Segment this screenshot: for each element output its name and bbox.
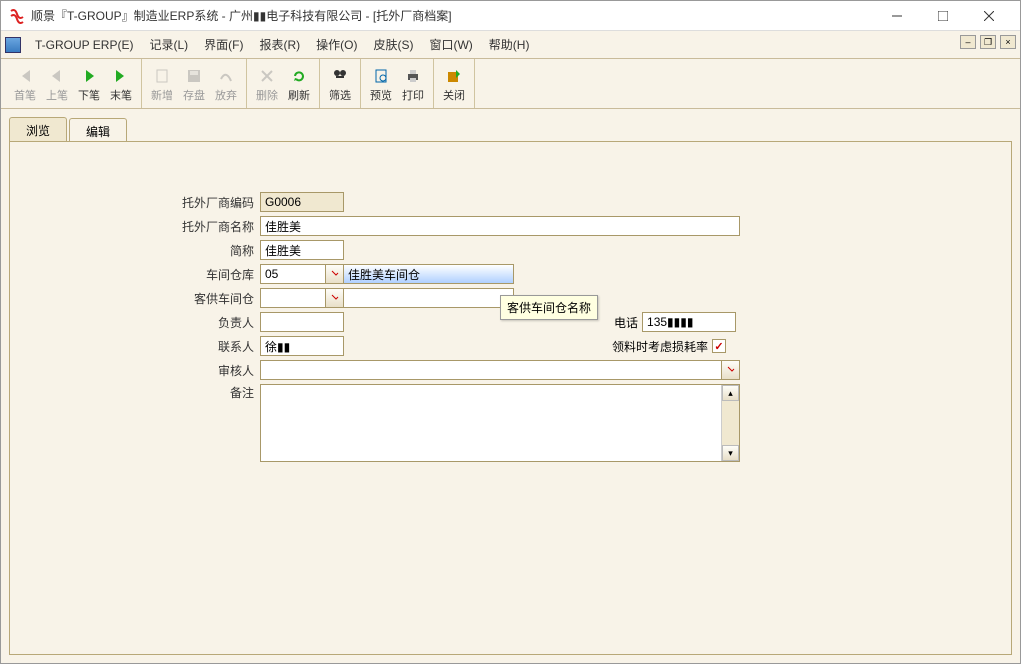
loss-checkbox[interactable] [712,339,726,353]
window-title: 顺景『T-GROUP』制造业ERP系统 - 广州▮▮电子科技有限公司 - [托外… [31,7,874,24]
memo-label: 备注 [30,384,260,401]
memo-scrollbar[interactable]: ▴ ▾ [721,385,739,461]
code-label: 托外厂商编码 [30,194,260,211]
app-logo-icon [9,8,25,24]
lookup-arrow-icon [330,293,340,303]
reviewer-lookup-button[interactable] [722,360,740,380]
owner-label: 负责人 [30,314,260,331]
cust-wh-lookup-button[interactable] [326,288,344,308]
next-button[interactable]: 下笔 [73,62,105,106]
tab-browse[interactable]: 浏览 [9,117,67,141]
cust-wh-name-display [344,288,514,308]
delete-button[interactable]: 删除 [251,62,283,106]
name-input[interactable] [260,216,740,236]
phone-input[interactable] [642,312,736,332]
filter-button[interactable]: 筛选 [324,62,356,106]
memo-textarea[interactable] [261,385,721,461]
warehouse-lookup-button[interactable] [326,264,344,284]
menu-record[interactable]: 记录(L) [141,32,196,57]
toolbar: 首笔 上笔 下笔 末笔 新增 存盘 放弃 删除 刷新 筛选 预览 打印 关闭 [1,59,1020,109]
contact-input[interactable] [260,336,344,356]
contact-label: 联系人 [30,338,260,355]
menu-app[interactable]: T-GROUP ERP(E) [27,34,141,56]
first-button[interactable]: 首笔 [9,62,41,106]
titlebar: 顺景『T-GROUP』制造业ERP系统 - 广州▮▮电子科技有限公司 - [托外… [1,1,1020,31]
lookup-arrow-icon [726,365,736,375]
short-input[interactable] [260,240,344,260]
scroll-up-icon[interactable]: ▴ [722,385,739,401]
mdi-restore-button[interactable]: ❐ [980,35,996,49]
preview-button[interactable]: 预览 [365,62,397,106]
close-window-button[interactable] [966,2,1012,30]
prev-button[interactable]: 上笔 [41,62,73,106]
document-icon [5,37,21,53]
tab-edit[interactable]: 编辑 [69,118,127,142]
owner-input[interactable] [260,312,344,332]
reviewer-label: 审核人 [30,362,260,379]
loss-label: 领料时考虑损耗率 [612,338,708,355]
menu-help[interactable]: 帮助(H) [481,32,538,57]
cust-wh-label: 客供车间仓 [30,290,260,307]
content-area: 浏览 编辑 托外厂商编码 托外厂商名称 简称 车间仓库 佳胜美车间仓 客供车间仓 [1,109,1020,663]
mdi-minimize-button[interactable]: – [960,35,976,49]
phone-label: 电话 [614,314,642,331]
minimize-button[interactable] [874,2,920,30]
print-button[interactable]: 打印 [397,62,429,106]
cust-wh-code-input[interactable] [260,288,326,308]
warehouse-label: 车间仓库 [30,266,260,283]
tooltip: 客供车间仓名称 [500,295,598,320]
close-button[interactable]: 关闭 [438,62,470,106]
menu-operation[interactable]: 操作(O) [308,32,365,57]
menu-interface[interactable]: 界面(F) [196,32,251,57]
short-label: 简称 [30,242,260,259]
form-panel: 托外厂商编码 托外厂商名称 简称 车间仓库 佳胜美车间仓 客供车间仓 [9,141,1012,655]
maximize-button[interactable] [920,2,966,30]
lookup-arrow-icon [330,269,340,279]
menu-skin[interactable]: 皮肤(S) [365,32,421,57]
last-button[interactable]: 末笔 [105,62,137,106]
discard-button[interactable]: 放弃 [210,62,242,106]
scroll-down-icon[interactable]: ▾ [722,445,739,461]
menubar: T-GROUP ERP(E) 记录(L) 界面(F) 报表(R) 操作(O) 皮… [1,31,1020,59]
tabstrip: 浏览 编辑 [9,117,1012,141]
reviewer-input[interactable] [260,360,722,380]
memo-field: ▴ ▾ [260,384,740,462]
mdi-close-button[interactable]: × [1000,35,1016,49]
save-button[interactable]: 存盘 [178,62,210,106]
name-label: 托外厂商名称 [30,218,260,235]
warehouse-name-display: 佳胜美车间仓 [344,264,514,284]
warehouse-code-input[interactable] [260,264,326,284]
code-input[interactable] [260,192,344,212]
new-button[interactable]: 新增 [146,62,178,106]
refresh-button[interactable]: 刷新 [283,62,315,106]
menu-report[interactable]: 报表(R) [251,32,308,57]
menu-window[interactable]: 窗口(W) [421,32,480,57]
